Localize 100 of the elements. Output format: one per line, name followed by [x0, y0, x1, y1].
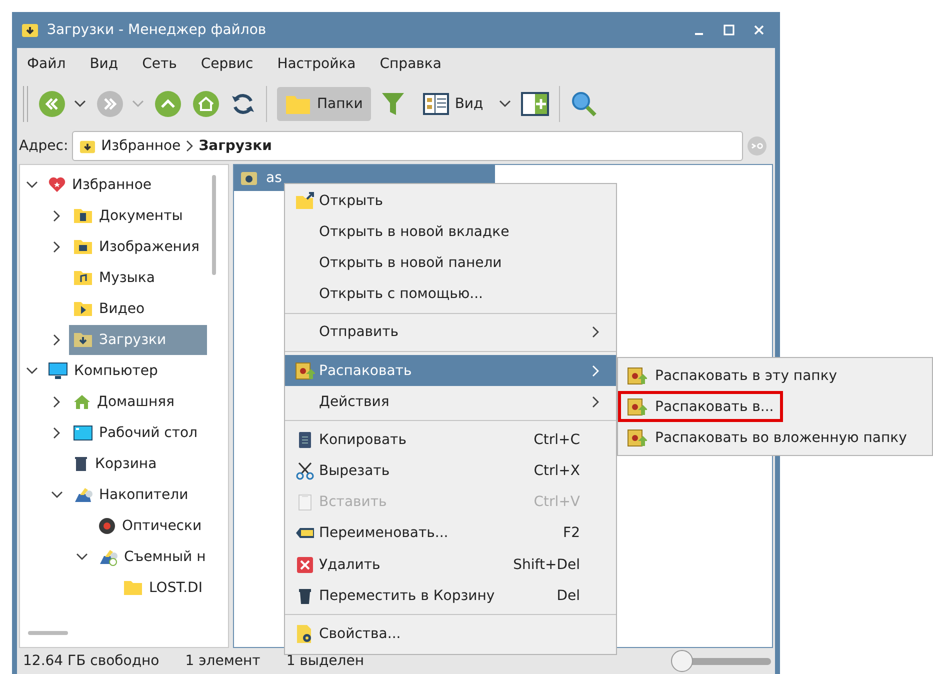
selection-count-text: 1 выделен: [286, 653, 364, 669]
tree-item[interactable]: Корзина: [69, 448, 161, 478]
tree-item[interactable]: Домашняя: [69, 386, 178, 416]
tree-item-label: Съемный н: [124, 548, 206, 564]
scissors-icon: [296, 462, 314, 480]
drive-icon: [73, 486, 93, 504]
menu-item[interactable]: Вырезать Ctrl+X: [285, 456, 616, 487]
trash-icon: [73, 456, 89, 472]
archive-extract-icon: [627, 398, 647, 416]
tree-item[interactable]: Накопители: [69, 480, 192, 510]
tree-item[interactable]: LOST.DI: [119, 572, 206, 602]
menu-item[interactable]: Распаковать во вложенную папку: [618, 422, 916, 453]
tree-item[interactable]: Документы: [69, 200, 187, 230]
menu-item[interactable]: Переместить в Корзину Del: [285, 580, 616, 612]
tree-item[interactable]: Видео: [69, 294, 149, 324]
folder-icon: [73, 238, 93, 254]
folders-button[interactable]: Папки: [277, 87, 371, 121]
menu-item[interactable]: Распаковать: [285, 354, 616, 386]
address-label: Адрес:: [19, 138, 68, 154]
trash-icon: [298, 586, 312, 605]
menu-item[interactable]: Справка: [380, 56, 442, 80]
new-panel-icon[interactable]: [521, 92, 550, 116]
menu-item[interactable]: Открыть с помощью...: [285, 278, 616, 310]
collapse-icon[interactable]: [76, 550, 88, 562]
menu-item[interactable]: Действия: [285, 386, 616, 418]
view-button[interactable]: Вид: [414, 87, 492, 121]
chevron-icon: [186, 140, 194, 152]
menu-item[interactable]: Удалить Shift+Del: [285, 549, 616, 580]
monitor-icon: [48, 362, 68, 380]
delete-icon: [296, 556, 314, 574]
menu-item[interactable]: Настройка: [277, 56, 356, 80]
chevron-icon: [592, 364, 600, 377]
tree-item-label: Рабочий стол: [99, 424, 198, 440]
shortcut-text: Shift+Del: [513, 556, 580, 573]
copy-icon: [297, 430, 313, 449]
tree-item[interactable]: Музыка: [69, 262, 159, 292]
chevron-icon: [592, 396, 600, 408]
archive-icon: [240, 170, 258, 186]
breadcrumb-item[interactable]: Избранное: [101, 138, 181, 154]
menu-item[interactable]: Открыть в новой вкладке: [285, 216, 616, 248]
menu-item[interactable]: Распаковать в...: [618, 391, 783, 422]
menu-item[interactable]: Копировать Ctrl+C: [285, 424, 616, 456]
tree-item-label: Накопители: [99, 486, 188, 502]
address-field[interactable]: Избранное Загрузки: [72, 131, 743, 161]
close-icon[interactable]: [753, 24, 765, 36]
shortcut-text: Ctrl+X: [534, 463, 580, 480]
menu-item[interactable]: Отправить: [285, 316, 616, 348]
collapse-icon[interactable]: [51, 488, 63, 500]
view-mode-icon: [422, 93, 449, 115]
menu-item[interactable]: Переименовать... F2: [285, 518, 616, 550]
caret-icon[interactable]: [74, 100, 86, 108]
chevron-icon: [592, 326, 600, 338]
folder-icon: [123, 580, 143, 596]
tree-item[interactable]: Оптически: [94, 510, 206, 540]
menu-item[interactable]: Сервис: [200, 56, 254, 80]
folder-icon: [73, 300, 93, 316]
slider-thumb[interactable]: [671, 650, 693, 672]
clipboard-icon: [297, 493, 313, 512]
heart-icon: [48, 176, 66, 192]
menu-item[interactable]: Свойства...: [285, 618, 616, 650]
shortcut-text: Ctrl+V: [534, 494, 580, 510]
tree-item-label: LOST.DI: [149, 580, 202, 596]
shortcut-text: Del: [556, 588, 580, 604]
tree-item[interactable]: Изображения: [69, 232, 204, 262]
zoom-slider[interactable]: [671, 650, 771, 672]
tree-item[interactable]: Рабочий стол: [69, 418, 202, 448]
label-icon: [295, 527, 315, 540]
tree-item-label: Музыка: [99, 270, 155, 286]
file-gear-icon: [296, 624, 314, 644]
collapse-icon[interactable]: [26, 178, 38, 190]
collapse-icon[interactable]: [26, 364, 38, 376]
menu-item[interactable]: Распаковать в эту папку: [618, 360, 846, 391]
tree-item-label: Корзина: [95, 456, 157, 472]
tree-item-label: Видео: [99, 300, 145, 316]
reload-icon[interactable]: [230, 91, 256, 117]
folder-icon: [73, 270, 93, 286]
tree-item[interactable]: Избранное: [44, 170, 156, 200]
shortcut-text: F2: [563, 525, 580, 542]
menu-item[interactable]: Вид: [90, 56, 118, 80]
folder-icon: [285, 93, 311, 115]
menu-item[interactable]: Сеть: [142, 56, 177, 80]
window-title: Загрузки - Менеджер файлов: [47, 22, 268, 38]
maximize-icon[interactable]: [723, 24, 735, 36]
home-icon: [73, 394, 91, 410]
file-name: as: [266, 170, 282, 186]
tree-item-label: Оптически: [122, 518, 202, 534]
tree-item[interactable]: Компьютер: [44, 356, 162, 386]
tree-item[interactable]: Съемный н: [94, 542, 210, 572]
breadcrumb-item[interactable]: Загрузки: [198, 138, 272, 154]
free-space-text: 12.64 ГБ свободно: [23, 653, 160, 669]
tree-item-label: Избранное: [72, 176, 152, 192]
folder-download-icon: [21, 22, 39, 38]
tree-item-label: Домашняя: [97, 394, 174, 410]
archive-extract-icon: [295, 362, 315, 380]
menu-item[interactable]: Открыть в новой панели: [285, 247, 616, 279]
menu-item[interactable]: Файл: [27, 56, 66, 80]
search-icon[interactable]: [570, 90, 598, 118]
shortcut-text: Ctrl+C: [534, 432, 580, 448]
caret-icon[interactable]: [499, 100, 512, 108]
folder-arrow-icon: [295, 192, 315, 210]
